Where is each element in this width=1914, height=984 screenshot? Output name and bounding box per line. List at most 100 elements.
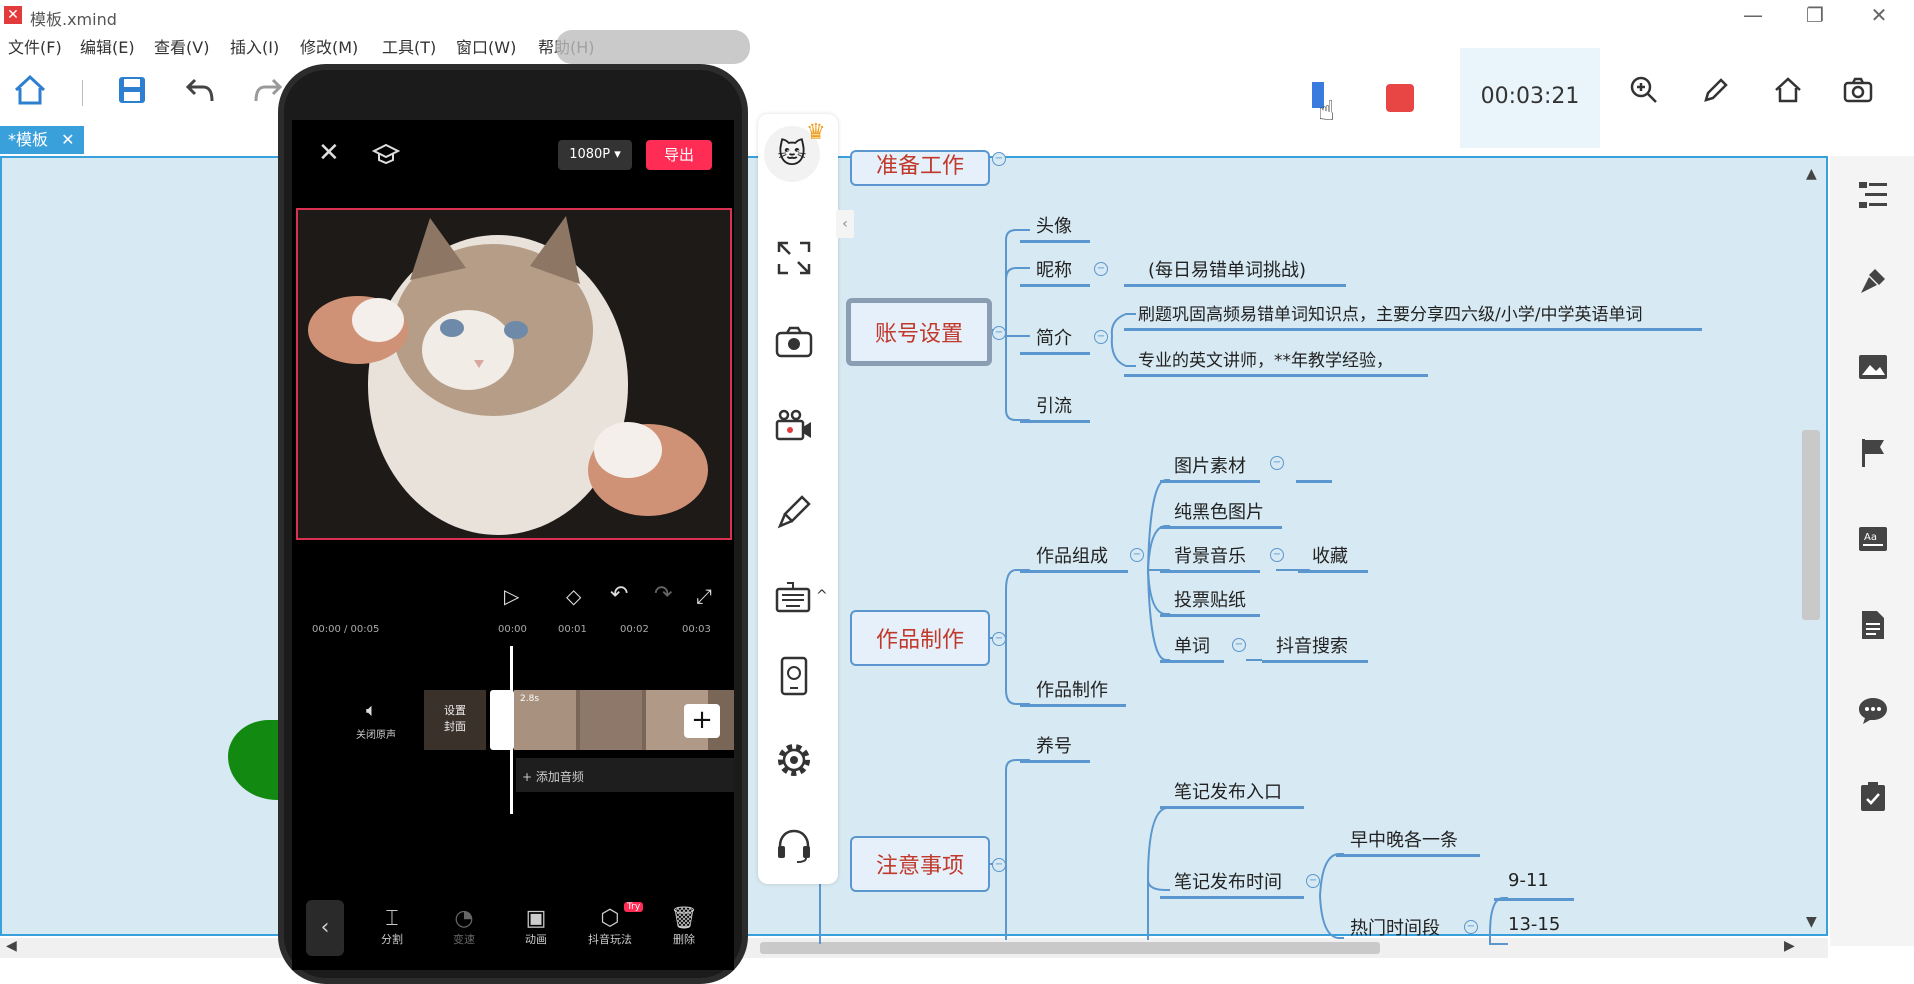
node-hot-time[interactable]: 热门时间段	[1350, 914, 1440, 940]
add-audio-track[interactable]: + 添加音频	[516, 758, 734, 792]
node-making[interactable]: 作品制作	[1036, 676, 1108, 702]
resolution-select[interactable]: 1080P ▾	[558, 140, 632, 170]
node-douyin-search[interactable]: 抖音搜索	[1276, 632, 1348, 658]
collapse-toggle-icon[interactable]: −	[1094, 262, 1108, 276]
chevron-up-icon[interactable]: ^	[816, 588, 828, 604]
tool-split[interactable]: ⌶ 分割	[364, 906, 420, 947]
trash-icon: 🗑︎	[670, 906, 698, 931]
fullscreen-icon[interactable]	[772, 236, 816, 280]
collapse-toggle-icon[interactable]: −	[1270, 456, 1284, 470]
text-style-icon[interactable]: Aa	[1856, 522, 1890, 556]
collapse-toggle-icon[interactable]: −	[1306, 874, 1320, 888]
image-icon[interactable]	[1856, 350, 1890, 384]
brush-icon[interactable]	[772, 490, 816, 534]
set-cover-button[interactable]: 设置 封面	[424, 690, 486, 750]
node-underline	[1160, 806, 1304, 809]
comment-icon[interactable]	[1856, 694, 1890, 728]
add-clip-button[interactable]: +	[684, 704, 720, 738]
node-underline	[1124, 374, 1428, 377]
collapse-toggle-icon[interactable]: −	[992, 152, 1006, 166]
node-nickname-value[interactable]: (每日易错单词挑战)	[1148, 256, 1306, 282]
node-hour-13-15[interactable]: 13-15	[1508, 914, 1560, 935]
flag-icon[interactable]	[1856, 436, 1890, 470]
playhead-timecode: 00:00 / 00:05	[312, 624, 380, 635]
node-underline	[1020, 284, 1090, 287]
phone-close-icon[interactable]: ✕	[318, 138, 340, 168]
collapse-strip-icon[interactable]: ‹	[836, 210, 854, 238]
topic-works-making[interactable]: 作品制作	[850, 610, 990, 666]
tool-animation[interactable]: ▣ 动画	[508, 906, 564, 947]
node-intro-line-2[interactable]: 专业的英文讲师，**年教学经验，	[1138, 346, 1393, 371]
collapse-toggle-icon[interactable]: −	[1130, 548, 1144, 562]
animation-icon: ▣	[525, 906, 547, 931]
node-image-material[interactable]: 图片素材	[1174, 452, 1246, 478]
crown-icon: ♛	[806, 120, 826, 145]
node-hour-9-11[interactable]: 9-11	[1508, 870, 1549, 891]
export-button[interactable]: 导出	[646, 140, 712, 170]
keyboard-icon[interactable]	[772, 574, 816, 618]
node-publish-time[interactable]: 笔记发布时间	[1174, 868, 1282, 894]
node-intro[interactable]: 简介	[1036, 324, 1072, 350]
graduation-cap-icon[interactable]	[371, 142, 401, 170]
tool-douyin-play-label: 抖音玩法	[588, 933, 632, 946]
screenshot-camera-icon[interactable]	[1840, 72, 1876, 108]
add-audio-label: + 添加音频	[522, 770, 584, 784]
speed-icon: ◔	[454, 906, 474, 931]
headset-support-icon[interactable]	[772, 824, 816, 868]
tool-douyin-play[interactable]: ⬡ 抖音玩法	[582, 906, 638, 947]
node-composition[interactable]: 作品组成	[1036, 542, 1108, 568]
collapse-toggle-icon[interactable]: −	[992, 326, 1006, 340]
task-clipboard-icon[interactable]	[1856, 780, 1890, 814]
playhead-line[interactable]	[510, 646, 513, 814]
topic-preparation[interactable]: 准备工作	[850, 150, 990, 186]
node-collect[interactable]: 收藏	[1312, 542, 1348, 568]
node-vote-sticker[interactable]: 投票贴纸	[1174, 586, 1246, 612]
camera-icon[interactable]	[772, 320, 816, 364]
node-underline	[1020, 570, 1128, 573]
node-underline	[1160, 614, 1260, 617]
collapse-toggle-icon[interactable]: −	[992, 632, 1006, 646]
collapse-toggle-icon[interactable]: −	[1270, 548, 1284, 562]
play-icon[interactable]: ▷	[504, 584, 519, 608]
tool-delete[interactable]: 🗑︎ 删除	[656, 906, 712, 947]
video-preview[interactable]	[296, 208, 732, 540]
tool-speed[interactable]: ◔ 变速	[436, 906, 492, 947]
notes-document-icon[interactable]	[1856, 608, 1890, 642]
video-camera-icon[interactable]	[772, 404, 816, 448]
tool-animation-label: 动画	[525, 933, 547, 946]
node-underline	[1160, 480, 1260, 483]
node-publish-entry[interactable]: 笔记发布入口	[1174, 778, 1282, 804]
node-bgm[interactable]: 背景音乐	[1174, 542, 1246, 568]
phone-undo-icon[interactable]: ↶	[610, 582, 628, 607]
settings-gear-icon[interactable]	[772, 738, 816, 782]
phone-fullscreen-icon[interactable]: ⤢	[696, 584, 712, 608]
timeline-tick: 00:01	[558, 624, 587, 635]
node-underline	[1262, 660, 1368, 663]
node-underline	[1160, 526, 1282, 529]
node-word[interactable]: 单词	[1174, 632, 1210, 658]
keyframe-icon[interactable]: ◇	[566, 584, 581, 608]
node-avatar[interactable]: 头像	[1036, 212, 1072, 238]
collapse-toggle-icon[interactable]: −	[992, 858, 1006, 872]
node-three-daily[interactable]: 早中晚各一条	[1350, 826, 1458, 852]
node-nickname[interactable]: 昵称	[1036, 256, 1072, 282]
collapse-toggle-icon[interactable]: −	[1232, 638, 1246, 652]
phone-mirror-icon[interactable]	[772, 654, 816, 698]
node-traffic[interactable]: 引流	[1036, 392, 1072, 418]
close-button[interactable]: ✕	[1856, 2, 1902, 28]
mute-speaker-icon[interactable]: 🔈︎	[366, 700, 377, 721]
topic-notes[interactable]: 注意事项	[850, 836, 990, 892]
node-underline	[1160, 660, 1224, 663]
phone-redo-icon[interactable]: ↷	[654, 582, 672, 607]
node-raise-account[interactable]: 养号	[1036, 732, 1072, 758]
node-intro-line-1[interactable]: 刷题巩固高频易错单词知识点，主要分享四六级/小学/中学英语单词	[1138, 300, 1642, 325]
svg-text:Aa: Aa	[1864, 532, 1877, 543]
format-brush-icon[interactable]	[1856, 264, 1890, 298]
collapse-toggle-icon[interactable]: −	[1464, 920, 1478, 934]
outline-icon[interactable]	[1856, 178, 1890, 212]
topic-account-settings[interactable]: 账号设置	[846, 298, 992, 366]
phone-back-icon[interactable]: ‹	[306, 900, 344, 956]
node-underline	[1494, 898, 1574, 901]
node-black-image[interactable]: 纯黑色图片	[1174, 498, 1264, 524]
collapse-toggle-icon[interactable]: −	[1094, 330, 1108, 344]
